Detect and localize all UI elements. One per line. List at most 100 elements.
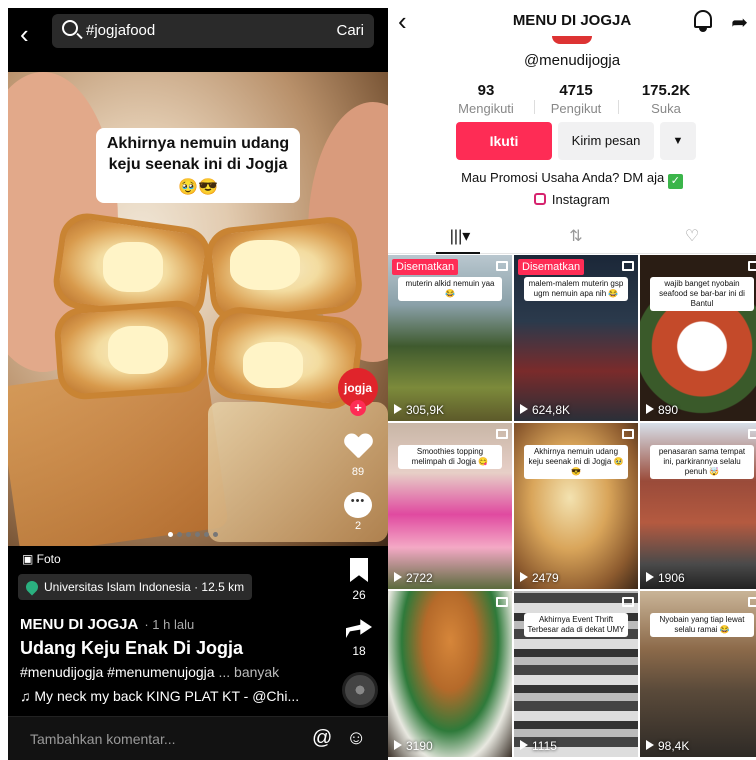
avatar[interactable]: [552, 36, 592, 44]
overlay-emoji: 🥹😎: [178, 179, 218, 196]
carousel-dots: [168, 532, 218, 537]
photo-post-icon: [622, 429, 634, 439]
comment-input[interactable]: Tambahkan komentar...: [30, 731, 176, 747]
stat-value: 93: [477, 82, 495, 99]
emoji-icon[interactable]: ☺: [346, 727, 366, 750]
share-action[interactable]: 18: [342, 616, 376, 658]
profile-tabs: |||▾ ⇅ ♡: [388, 220, 756, 254]
search-query: #jogjafood: [86, 22, 156, 39]
music-disc-icon[interactable]: [342, 672, 378, 708]
stat-label: Mengikuti: [458, 101, 514, 116]
photo-post-icon: [748, 597, 756, 607]
video-thumbnail[interactable]: 3190: [388, 591, 512, 757]
stat-likes[interactable]: 175.2K Suka: [626, 82, 706, 116]
thumbnail-caption: Nyobain yang tiap lewat selalu ramai 😂: [650, 613, 754, 637]
play-icon: [520, 404, 528, 414]
search-button[interactable]: Cari: [336, 22, 364, 39]
video-thumbnail[interactable]: wajib banget nyobain seafood se bar-bar …: [640, 255, 756, 421]
tab-reposts[interactable]: ⇅: [516, 226, 636, 246]
thumbnail-caption: malem-malem muterin gsp ugm nemuin apa n…: [524, 277, 628, 301]
play-icon: [394, 572, 402, 582]
thumbnail-caption: Akhirnya nemuin udang keju seenak ini di…: [524, 445, 628, 479]
stat-followers[interactable]: 4715 Pengikut: [536, 82, 616, 116]
overlay-caption-text: Akhirnya nemuin udang keju seenak ini di…: [106, 135, 290, 173]
like-action[interactable]: 89: [336, 434, 380, 478]
music-line[interactable]: ♫ My neck my back KING PLAT KT - @Chi...: [20, 688, 299, 704]
stat-label: Pengikut: [550, 101, 602, 116]
video-thumbnail[interactable]: Disematkan muterin alkid nemuin yaa 😂 305,…: [388, 255, 512, 421]
checkmark-icon: ✓: [667, 174, 683, 189]
video-thumbnail[interactable]: Disematkan malem-malem muterin gsp ugm ne…: [514, 255, 638, 421]
tab-liked[interactable]: ♡: [632, 226, 752, 246]
video-thumbnail[interactable]: Akhirnya nemuin udang keju seenak ini di…: [514, 423, 638, 589]
view-count: 890: [646, 403, 678, 417]
instagram-icon: [534, 193, 547, 205]
instagram-label[interactable]: Instagram: [552, 192, 610, 207]
bookmark-icon[interactable]: [350, 558, 368, 582]
music-disc-action[interactable]: [342, 672, 378, 708]
thumbnail-caption: penasaran sama tempat ini, parkirannya s…: [650, 445, 754, 479]
hashtags-text[interactable]: #menudijogja #menumenujogja: [20, 664, 215, 680]
photo-post-icon: [748, 429, 756, 439]
post-title: Udang Keju Enak Di Jogja: [20, 638, 244, 658]
post-time: · 1 h lalu: [144, 617, 195, 632]
share-profile-icon[interactable]: ➦: [731, 10, 748, 35]
play-icon: [646, 740, 654, 750]
post-info: ▣ Foto Universitas Islam Indonesia · 12.…: [8, 546, 388, 716]
tab-videos[interactable]: |||▾: [400, 226, 520, 246]
search-input[interactable]: #jogjafood Cari: [52, 14, 374, 48]
heart-icon[interactable]: [344, 434, 372, 460]
view-count: 3190: [394, 739, 433, 753]
play-icon: [646, 404, 654, 414]
video-thumbnail[interactable]: Nyobain yang tiap lewat selalu ramai 😂 98…: [640, 591, 756, 757]
post-photo[interactable]: Akhirnya nemuin udang keju seenak ini di…: [8, 72, 388, 546]
comment-icon[interactable]: [344, 492, 372, 518]
view-count: 305,9K: [394, 403, 444, 417]
location-text: Universitas Islam Indonesia · 12.5 km: [44, 580, 245, 594]
hashtags[interactable]: #menudijogja #menumenujogja ... banyak: [20, 664, 279, 680]
video-thumbnail[interactable]: penasaran sama tempat ini, parkirannya s…: [640, 423, 756, 589]
comment-action[interactable]: 2: [336, 492, 380, 532]
bookmark-count: 26: [352, 588, 366, 602]
photo-post-icon: [748, 261, 756, 271]
view-count: 2722: [394, 571, 433, 585]
follow-button[interactable]: Ikuti: [456, 122, 552, 160]
photo-post-icon: [496, 597, 508, 607]
stat-following[interactable]: 93 Mengikuti: [446, 82, 526, 116]
creator-avatar[interactable]: jogja +: [338, 368, 378, 416]
creator-avatar-wrap[interactable]: jogja +: [336, 368, 380, 416]
share-icon[interactable]: [346, 619, 372, 638]
message-button[interactable]: Kirim pesan: [558, 122, 654, 160]
comment-count: 2: [354, 520, 362, 532]
comment-bar[interactable]: Tambahkan komentar... @ ☺: [8, 716, 388, 760]
back-arrow-icon[interactable]: ‹: [20, 16, 29, 52]
mention-icon[interactable]: @: [312, 727, 332, 750]
play-icon: [520, 572, 528, 582]
thumbnail-caption: Akhirnya Event Thrift Terbesar ada di de…: [524, 613, 628, 637]
author-name[interactable]: MENU DI JOGJA: [20, 616, 138, 633]
photo-post-icon: [622, 597, 634, 607]
view-count: 98,4K: [646, 739, 689, 753]
photo-post-icon: [496, 261, 508, 271]
video-thumbnail[interactable]: Smoothies topping melimpah di Jogja 😋 272…: [388, 423, 512, 589]
overlay-caption: Akhirnya nemuin udang keju seenak ini di…: [96, 128, 300, 203]
bell-icon[interactable]: [694, 10, 712, 32]
profile-panel: ‹ MENU DI JOGJA ➦ @menudijogja 93 Mengik…: [388, 0, 756, 760]
photo-type-tag: ▣ Foto: [22, 552, 61, 566]
thumbnail-caption: Smoothies topping melimpah di Jogja 😋: [398, 445, 502, 469]
cheese: [108, 326, 168, 374]
share-count: 18: [352, 644, 366, 658]
more-options-button[interactable]: ▼: [660, 122, 696, 160]
location-chip[interactable]: Universitas Islam Indonesia · 12.5 km: [18, 574, 253, 600]
author-line[interactable]: MENU DI JOGJA · 1 h lalu: [20, 616, 194, 633]
instagram-link[interactable]: Instagram: [388, 192, 756, 207]
bookmark-action[interactable]: 26: [342, 558, 376, 602]
profile-handle: @menudijogja: [523, 52, 621, 69]
follow-plus-icon[interactable]: +: [350, 400, 366, 416]
post-view-panel: ‹ #jogjafood Cari Akhirnya nemuin udang …: [8, 8, 388, 760]
cheese: [230, 240, 300, 290]
more-link[interactable]: ... banyak: [218, 664, 279, 680]
video-thumbnail[interactable]: Akhirnya Event Thrift Terbesar ada di de…: [514, 591, 638, 757]
play-icon: [520, 740, 528, 750]
view-count: 1115: [520, 739, 557, 753]
